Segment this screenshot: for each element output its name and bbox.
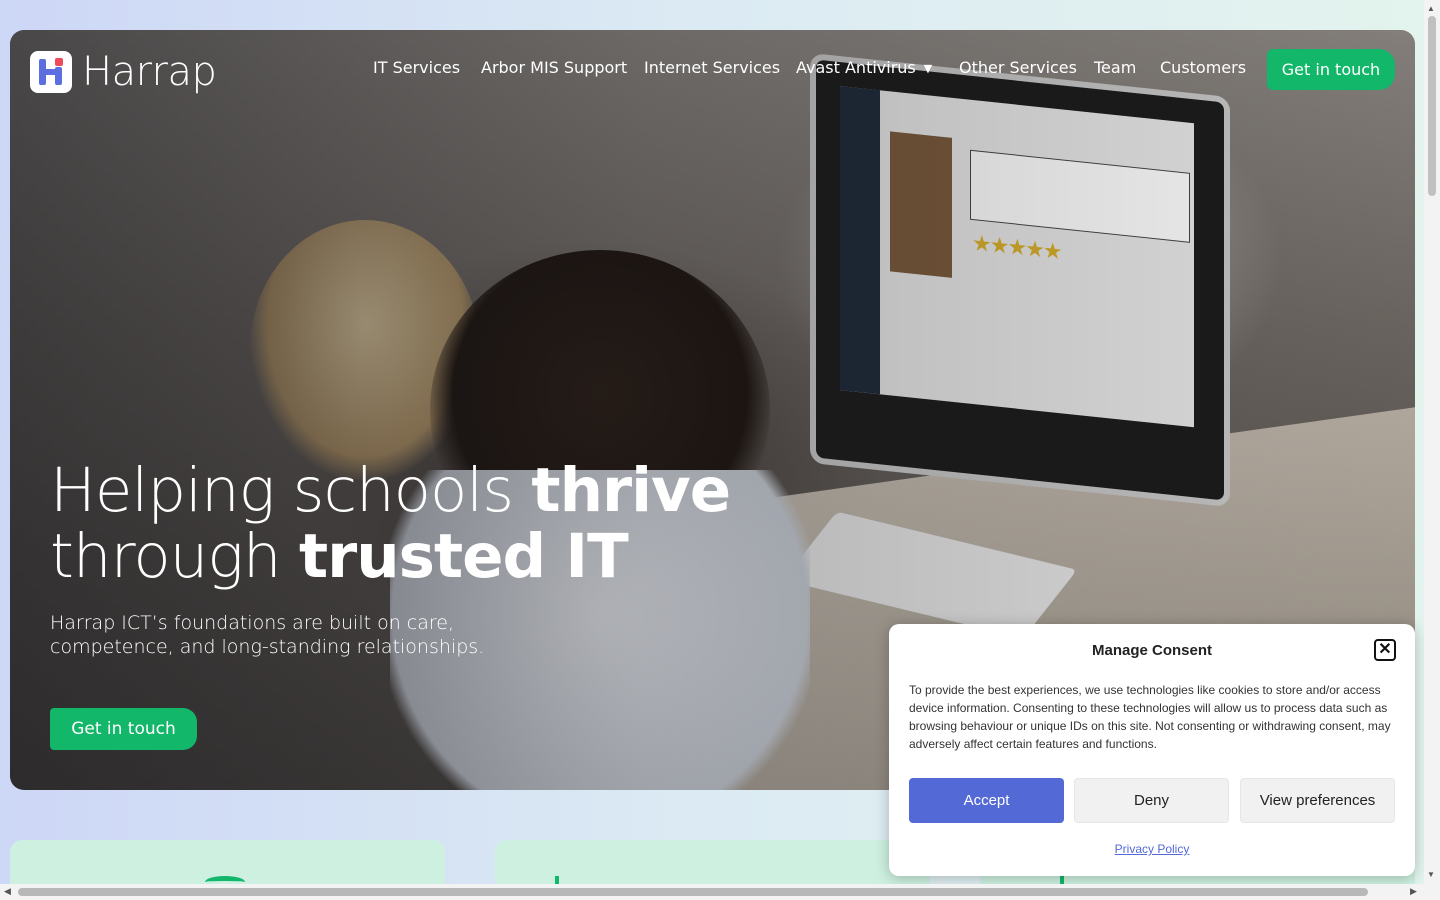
consent-accept-button[interactable]: Accept [909, 778, 1064, 823]
site-logo[interactable]: Harrap [30, 49, 217, 95]
hero-subtext: Harrap ICT’s foundations are built on ca… [50, 612, 485, 658]
scroll-up-icon[interactable]: ▲ [1427, 4, 1435, 13]
hero-get-in-touch-button[interactable]: Get in touch [50, 708, 197, 750]
nav-item-team[interactable]: Team [1094, 58, 1136, 77]
headline-text-1: Helping schools [50, 455, 532, 526]
scroll-left-icon[interactable]: ◀ [4, 886, 11, 897]
horizontal-scroll-thumb[interactable] [18, 888, 1368, 896]
headline-bold-1: thrive [531, 455, 731, 526]
consent-dialog: Manage Consent ✕ To provide the best exp… [889, 624, 1415, 876]
nav-item-arbor-mis-support[interactable]: Arbor MIS Support [481, 58, 627, 77]
horizontal-scrollbar[interactable]: ◀ ▶ [0, 884, 1424, 900]
header-get-in-touch-button[interactable]: Get in touch [1267, 49, 1395, 90]
privacy-policy-link[interactable]: Privacy Policy [889, 842, 1415, 856]
vertical-scrollbar[interactable]: ▲ ▼ [1424, 0, 1440, 900]
scroll-right-icon[interactable]: ▶ [1410, 886, 1417, 897]
consent-view-preferences-button[interactable]: View preferences [1240, 778, 1395, 823]
scroll-down-icon[interactable]: ▼ [1427, 870, 1435, 879]
consent-title: Manage Consent [1091, 642, 1212, 659]
harrap-logo-icon [30, 51, 72, 93]
nav-item-avast-antivirus[interactable]: Avast Antivirus ▼ [796, 58, 932, 77]
nav-item-customers[interactable]: Customers [1160, 58, 1246, 77]
consent-deny-button[interactable]: Deny [1074, 778, 1229, 823]
vertical-scroll-thumb[interactable] [1428, 16, 1436, 196]
hero-headline: Helping schools thrive through trusted I… [50, 455, 731, 592]
chevron-down-icon[interactable]: ▼ [924, 62, 932, 75]
nav-item-it-services[interactable]: IT Services [373, 58, 460, 77]
headline-text-2: through [50, 521, 299, 592]
site-header: Harrap IT Services Arbor MIS Support Int… [10, 30, 1415, 110]
close-icon[interactable]: ✕ [1374, 639, 1396, 661]
nav-item-avast-antivirus-label: Avast Antivirus [796, 58, 916, 77]
nav-item-other-services[interactable]: Other Services [959, 58, 1077, 77]
nav-item-internet-services[interactable]: Internet Services [644, 58, 780, 77]
headline-bold-2: trusted IT [298, 521, 629, 592]
consent-message: To provide the best experiences, we use … [909, 683, 1391, 751]
brand-name: Harrap [82, 49, 217, 95]
